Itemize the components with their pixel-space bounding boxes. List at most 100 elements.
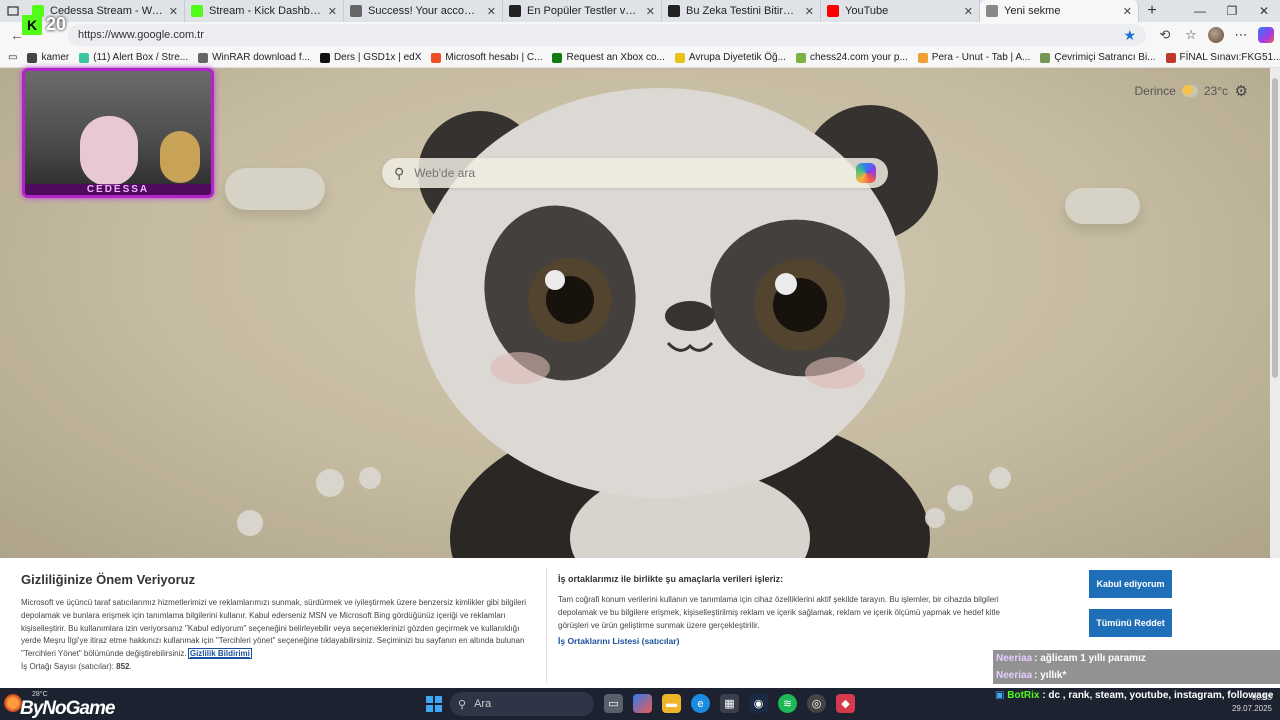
consent-left-column: Gizliliğinize Önem Veriyoruz Microsoft v…: [21, 572, 541, 671]
bookmark-label: Avrupa Diyetetik Öğ...: [688, 52, 786, 63]
copilot-search-icon[interactable]: [856, 163, 876, 183]
close-tab-icon[interactable]: ✕: [646, 5, 655, 18]
file-explorer-icon[interactable]: ▬: [662, 694, 681, 713]
close-tab-icon[interactable]: ✕: [1123, 5, 1132, 18]
bookmark-item[interactable]: WinRAR download f...: [198, 52, 310, 63]
address-bar[interactable]: https://www.google.com.tr ★: [67, 24, 1146, 46]
favorites-icon[interactable]: ☆: [1182, 27, 1200, 43]
close-tab-icon[interactable]: ✕: [169, 5, 178, 18]
close-tab-icon[interactable]: ✕: [487, 5, 496, 18]
tab-item[interactable]: En Popüler Testler ve Eğlenceli Q ✕: [503, 0, 662, 22]
bookmark-item[interactable]: (11) Alert Box / Stre...: [79, 52, 188, 63]
windows-start-icon[interactable]: [426, 696, 442, 712]
bookmark-label: FİNAL Sınavı:FKG51...: [1179, 52, 1280, 63]
close-tab-icon[interactable]: ✕: [328, 5, 337, 18]
bot-icon: ▣: [995, 690, 1005, 701]
bookmark-item[interactable]: FİNAL Sınavı:FKG51...: [1165, 52, 1280, 63]
taskbar-search[interactable]: ⚲ Ara: [450, 692, 594, 716]
chat-message: Neeriaa: ağlicam 1 yıllı paramız: [993, 650, 1280, 667]
bookmark-label: kamer: [41, 52, 70, 63]
bookmark-label: (11) Alert Box / Stre...: [93, 52, 189, 63]
bookmark-item[interactable]: Pera - Unut - Tab | A...: [917, 52, 1030, 63]
bookmark-favicon-icon: [79, 52, 90, 63]
store-icon[interactable]: ▦: [720, 694, 739, 713]
search-icon: ⚲: [458, 698, 467, 711]
toolbar: ← https://www.google.com.tr ★ ⟲ ☆ ⋯: [0, 22, 1280, 48]
bookmark-item[interactable]: Avrupa Diyetetik Öğ...: [674, 52, 786, 63]
privacy-notice-link[interactable]: Gizlilik Bildirimi: [187, 648, 252, 660]
tab-title: YouTube: [845, 5, 889, 17]
bookmark-item[interactable]: Request an Xbox co...: [552, 52, 665, 63]
tab-item[interactable]: Success! Your account is connect ✕: [344, 0, 503, 22]
steam-icon[interactable]: ◉: [749, 694, 768, 713]
new-tab-button[interactable]: +: [1139, 0, 1165, 22]
extensions-icon[interactable]: ⟲: [1156, 27, 1174, 43]
webcam-name-label: CEDESSA: [25, 184, 211, 195]
tab-item[interactable]: Stream - Kick Dashboard ✕: [185, 0, 344, 22]
accept-button[interactable]: Kabul ediyorum: [1089, 570, 1172, 598]
profile-avatar[interactable]: [1208, 27, 1224, 43]
bookmarks-menu-icon[interactable]: ▭: [8, 52, 17, 63]
more-options-icon[interactable]: ⋯: [1232, 27, 1250, 43]
copilot-taskbar-icon[interactable]: [633, 694, 652, 713]
weather-city: Derince: [1134, 84, 1176, 98]
gear-icon[interactable]: ⚙: [1235, 82, 1248, 100]
partly-cloudy-icon: [1181, 85, 1198, 97]
bookmark-item[interactable]: Microsoft hesabı | C...: [431, 52, 542, 63]
tab-strip: Cedessa Stream - Watch Live on K✕Stream …: [0, 0, 1280, 22]
taskbar-apps: ▭ ▬ e ▦ ◉ ≋ ◎ ◆: [604, 694, 855, 713]
edge-icon[interactable]: e: [691, 694, 710, 713]
chat-username: Neeriaa: [996, 670, 1033, 681]
taskbar-search-label: Ara: [474, 698, 492, 710]
maximize-button[interactable]: ❐: [1216, 0, 1248, 22]
system-clock[interactable]: 00:53 29.07.2025: [1232, 692, 1272, 714]
task-view-icon[interactable]: ▭: [604, 694, 623, 713]
partner-count-value: 852: [116, 661, 130, 671]
bookmark-favicon-icon: [917, 52, 928, 63]
bookmark-label: Microsoft hesabı | C...: [445, 52, 543, 63]
consent-body-text: Microsoft ve üçüncü taraf satıcılarımız …: [21, 598, 527, 659]
partners-list-link[interactable]: İş Ortaklarını Listesi (satıcılar): [558, 636, 1028, 646]
tab-title: En Popüler Testler ve Eğlenceli Q: [527, 5, 640, 17]
consent-title: Gizliliğinize Önem Veriyoruz: [21, 572, 196, 587]
quiz-icon: [509, 5, 521, 17]
app-red-icon[interactable]: ◆: [836, 694, 855, 713]
close-tab-icon[interactable]: ✕: [964, 5, 973, 18]
reject-all-button[interactable]: Tümünü Reddet: [1089, 609, 1172, 637]
search-icon: ⚲: [394, 164, 405, 181]
bookmark-label: Çevrimiçi Satrancı Bi...: [1054, 52, 1156, 63]
tab-item[interactable]: Yeni sekme ✕: [980, 0, 1139, 22]
copilot-icon[interactable]: [1258, 27, 1274, 43]
close-window-button[interactable]: ✕: [1248, 0, 1280, 22]
page-scrollbar[interactable]: [1270, 68, 1280, 558]
window-controls: — ❐ ✕: [1184, 0, 1280, 22]
close-tab-icon[interactable]: ✕: [805, 5, 814, 18]
pink-teddy-bear: [80, 116, 138, 186]
minimize-button[interactable]: —: [1184, 0, 1216, 22]
tab-list: Cedessa Stream - Watch Live on K✕Stream …: [26, 0, 1139, 22]
favorite-star-icon[interactable]: ★: [1123, 27, 1136, 44]
bookmark-item[interactable]: kamer: [27, 52, 69, 63]
tab-title: Success! Your account is connect: [368, 5, 481, 17]
spotify-icon[interactable]: ≋: [778, 694, 797, 713]
purposes-title: İş ortaklarımız ile birlikte şu amaçlarl…: [558, 574, 784, 584]
tab-item[interactable]: YouTube ✕: [821, 0, 980, 22]
bookmark-item[interactable]: Ders | GSD1x | edX: [319, 52, 422, 63]
tab-item[interactable]: Bu Zeka Testini Bitirenler Gerçek ✕: [662, 0, 821, 22]
web-search-box[interactable]: ⚲: [382, 158, 888, 188]
weather-widget[interactable]: Derince 23°c: [1134, 84, 1228, 98]
toolbar-tools: ⟲ ☆ ⋯: [1156, 27, 1274, 43]
bookmark-item[interactable]: chess24.com your p...: [795, 52, 908, 63]
bookmark-list: kamer (11) Alert Box / Stre... WinRAR down…: [27, 52, 1280, 63]
tab-title: Cedessa Stream - Watch Live on K: [50, 5, 163, 17]
bookmark-item[interactable]: Çevrimiçi Satrancı Bi...: [1040, 52, 1156, 63]
bookmark-favicon-icon: [1040, 52, 1051, 63]
scrollbar-thumb[interactable]: [1272, 78, 1278, 378]
purposes-body: Tam coğrafi konum verilerini kullanın ve…: [558, 595, 1000, 630]
obs-icon[interactable]: ◎: [807, 694, 826, 713]
search-input[interactable]: [414, 166, 856, 180]
tab-title: Yeni sekme: [1004, 5, 1061, 17]
bookmark-label: Ders | GSD1x | edX: [333, 52, 422, 63]
stream-chat-overlay: Neeriaa: ağlicam 1 yıllı paramız Neeriaa:…: [993, 650, 1280, 684]
youtube-icon: [827, 5, 839, 17]
